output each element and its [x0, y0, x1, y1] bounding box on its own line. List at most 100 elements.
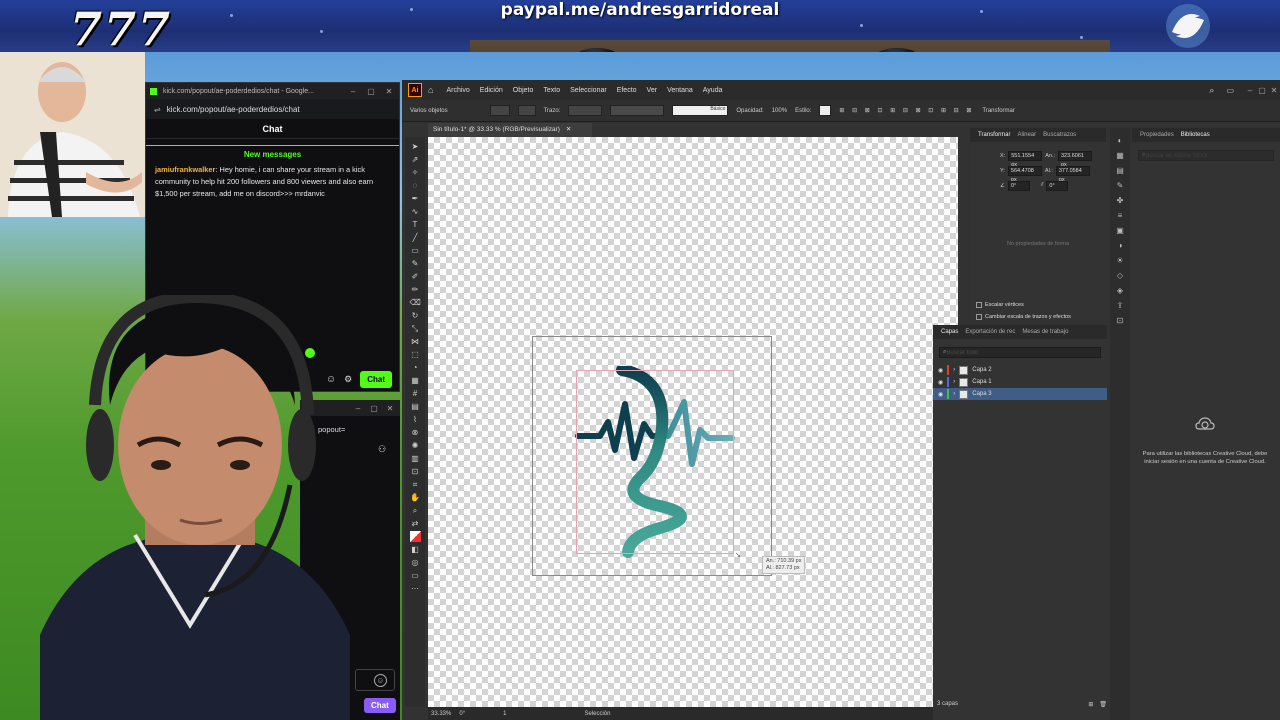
- pen-tool-icon[interactable]: ✒: [410, 193, 421, 204]
- maximize-icon[interactable]: ▢: [1256, 86, 1268, 95]
- tab-bibliotecas[interactable]: Bibliotecas: [1181, 132, 1210, 138]
- tab-propiedades[interactable]: Propiedades: [1140, 132, 1174, 138]
- symbols-icon[interactable]: ✤: [1114, 196, 1126, 205]
- fill-swatch[interactable]: [489, 105, 510, 116]
- draw-mode-icon[interactable]: ◎: [410, 557, 421, 568]
- new-layer-icon[interactable]: ⊞: [1088, 701, 1093, 708]
- artboard-tool-icon[interactable]: ⊡: [410, 466, 421, 477]
- minimize-icon[interactable]: –: [1244, 86, 1256, 95]
- close-icon[interactable]: ✕: [384, 404, 396, 413]
- chat-send-button-2[interactable]: Chat: [364, 698, 396, 713]
- symbol-sprayer-tool-icon[interactable]: ✺: [410, 440, 421, 451]
- x-field[interactable]: 551.1554 px: [1008, 150, 1043, 168]
- workspace-icon[interactable]: ▭: [1226, 86, 1234, 95]
- chat-send-button[interactable]: Chat: [360, 370, 392, 388]
- line-tool-icon[interactable]: ╱: [410, 232, 421, 243]
- new-messages-divider[interactable]: New messages: [146, 145, 399, 162]
- layer-row[interactable]: ◉ › Capa 2: [933, 364, 1107, 376]
- stroke-style-field[interactable]: Básico: [672, 105, 729, 116]
- artboard-number[interactable]: 1: [503, 711, 506, 717]
- minimize-icon[interactable]: –: [352, 404, 364, 413]
- selection-tool-icon[interactable]: ➤: [410, 141, 421, 152]
- menu-edicion[interactable]: Edición: [475, 87, 508, 94]
- rectangle-tool-icon[interactable]: ▭: [410, 245, 421, 256]
- blend-tool-icon[interactable]: ⊗: [410, 427, 421, 438]
- graph-tool-icon[interactable]: ▥: [410, 453, 421, 464]
- free-transform-tool-icon[interactable]: ⬚: [410, 349, 421, 360]
- brushes-icon[interactable]: ✎: [1114, 181, 1126, 190]
- eyedropper-tool-icon[interactable]: ⌇: [410, 414, 421, 425]
- delete-layer-icon[interactable]: 🗑: [1099, 701, 1107, 708]
- w-field[interactable]: 323.6061 px: [1058, 150, 1092, 168]
- menu-archivo[interactable]: Archivo: [441, 87, 474, 94]
- swap-fill-stroke-icon[interactable]: ⇄: [410, 518, 421, 529]
- zoom-level[interactable]: 33.33%: [431, 711, 451, 717]
- site-info-icon[interactable]: ⇌: [154, 105, 161, 114]
- hand-tool-icon[interactable]: ✋: [410, 492, 421, 503]
- stroke-weight-field[interactable]: [568, 105, 603, 116]
- tab-transformar[interactable]: Transformar: [978, 132, 1010, 138]
- expand-arrow-icon[interactable]: ›: [953, 379, 955, 385]
- visibility-eye-icon[interactable]: ◉: [938, 379, 943, 386]
- selection-bounding-box[interactable]: [576, 370, 734, 554]
- menu-efecto[interactable]: Efecto: [612, 87, 642, 94]
- rotation-value[interactable]: 0°: [459, 711, 465, 717]
- opacity-value[interactable]: 100%: [772, 108, 787, 114]
- mesh-tool-icon[interactable]: #: [410, 388, 421, 399]
- y-field[interactable]: 564.4708 px: [1007, 165, 1042, 183]
- layer-row[interactable]: ◉ › Capa 3: [933, 388, 1107, 400]
- user-icon[interactable]: ⚇: [378, 444, 386, 455]
- adobe-stock-search-input[interactable]: ⌕ Buscar en Adobe Stock: [1138, 150, 1274, 161]
- zoom-tool-icon[interactable]: ⌕: [410, 505, 421, 516]
- color-guide-icon[interactable]: ▦: [1114, 151, 1126, 160]
- close-icon[interactable]: ✕: [1268, 86, 1280, 95]
- color-panel-icon[interactable]: ◐: [1114, 136, 1126, 145]
- pencil-tool-icon[interactable]: ✏: [410, 284, 421, 295]
- scale-strokes-checkbox[interactable]: Cambiar escala de trazos y efectos: [970, 311, 1106, 323]
- magic-wand-tool-icon[interactable]: ✧: [410, 167, 421, 178]
- gradient-tool-icon[interactable]: ▤: [410, 401, 421, 412]
- visibility-eye-icon[interactable]: ◉: [938, 391, 943, 398]
- layer-name[interactable]: Capa 1: [972, 379, 991, 385]
- menu-objeto[interactable]: Objeto: [508, 87, 539, 94]
- stroke-swatch[interactable]: [517, 105, 536, 116]
- scale-corners-checkbox[interactable]: Escalar vértices: [970, 299, 1106, 311]
- layers-icon[interactable]: ◈: [1114, 286, 1126, 295]
- chat-url-bar[interactable]: ⇌ kick.com/popout/ae-poderdedios/chat: [146, 99, 399, 119]
- width-tool-icon[interactable]: ⋈: [410, 336, 421, 347]
- home-icon[interactable]: ⌂: [428, 85, 433, 95]
- expand-arrow-icon[interactable]: ›: [953, 367, 955, 373]
- variable-width-field[interactable]: [610, 105, 665, 116]
- screen-mode-icon[interactable]: ▭: [410, 570, 421, 581]
- menu-ver[interactable]: Ver: [642, 87, 663, 94]
- appearance-icon[interactable]: ☀: [1114, 256, 1126, 265]
- lasso-tool-icon[interactable]: ◌: [410, 180, 421, 191]
- shear-field[interactable]: 0°: [1046, 180, 1069, 191]
- tab-capas[interactable]: Capas: [941, 329, 958, 335]
- layer-row[interactable]: ◉ › Capa 1: [933, 376, 1107, 388]
- perspective-grid-tool-icon[interactable]: ▦: [410, 375, 421, 386]
- menu-texto[interactable]: Texto: [538, 87, 565, 94]
- menu-ayuda[interactable]: Ayuda: [698, 87, 728, 94]
- artboards-icon[interactable]: ⊡: [1114, 316, 1126, 325]
- rotate-field[interactable]: 0°: [1007, 180, 1030, 191]
- layer-name[interactable]: Capa 2: [972, 367, 991, 373]
- eraser-tool-icon[interactable]: ⌫: [410, 297, 421, 308]
- current-tool[interactable]: Selección: [584, 711, 610, 717]
- maximize-icon[interactable]: ▢: [365, 87, 377, 96]
- stroke-panel-icon[interactable]: ≡: [1114, 211, 1126, 220]
- style-swatch[interactable]: [819, 105, 832, 116]
- type-tool-icon[interactable]: T: [410, 219, 421, 230]
- tab-mesas[interactable]: Mesas de trabajo: [1022, 329, 1068, 335]
- shaper-tool-icon[interactable]: ✐: [410, 271, 421, 282]
- graphic-styles-icon[interactable]: ◇: [1114, 271, 1126, 280]
- close-icon[interactable]: ✕: [383, 87, 395, 96]
- transform-label[interactable]: Transformar: [982, 108, 1014, 114]
- transparency-icon[interactable]: ◑: [1114, 241, 1126, 250]
- emoji-icon[interactable]: ☺: [374, 674, 387, 687]
- tab-exportacion[interactable]: Exportación de rec: [965, 329, 1015, 335]
- more-tools-icon[interactable]: ⋯: [410, 583, 421, 594]
- layers-search-input[interactable]: ⌕ Buscar todo: [939, 347, 1101, 358]
- export-icon[interactable]: ⇪: [1114, 301, 1126, 310]
- tab-alinear[interactable]: Alinear: [1017, 132, 1036, 138]
